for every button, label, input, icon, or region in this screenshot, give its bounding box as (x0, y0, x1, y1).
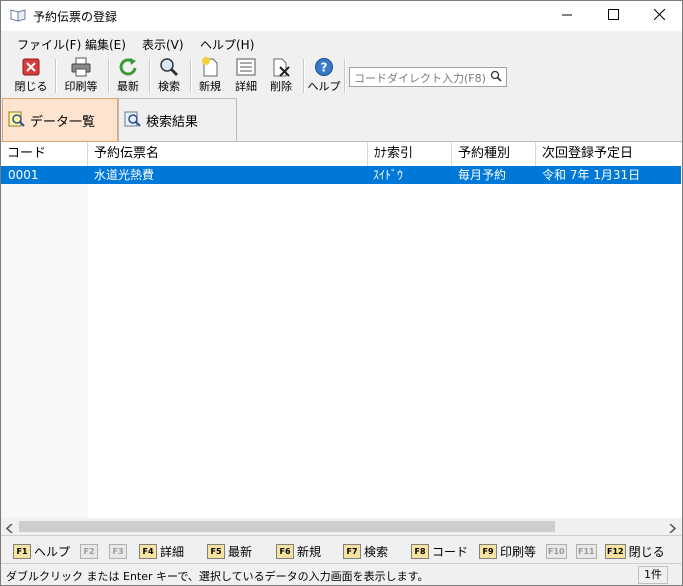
minimize-button[interactable] (544, 1, 590, 31)
close-icon (653, 8, 665, 23)
header-name[interactable]: 予約伝票名 (88, 142, 368, 166)
menu-edit[interactable]: 編集(E) (85, 36, 126, 53)
menu-view[interactable]: 表示(V) (142, 36, 184, 53)
data-grid[interactable]: コード 予約伝票名 ｶﾅ索引 予約種別 次回登録予定日 0001 水道光熱費 ｽ… (1, 142, 682, 518)
maximize-button[interactable] (590, 1, 636, 31)
delete-button[interactable]: 削除 (267, 57, 295, 95)
header-kana[interactable]: ｶﾅ索引 (368, 142, 452, 166)
cell-next-date: 令和 7年 1月31日 (542, 168, 641, 182)
close-icon (21, 57, 41, 77)
function-key-bar: F1 ヘルプ F2 F3 F4 詳細 F5 最新 F6 新規 F7 検索 F8 コード F9… (1, 535, 682, 564)
fkey-f10: F10 (546, 543, 567, 559)
fkey-f12[interactable]: F12 閉じる (605, 543, 665, 559)
code-direct-placeholder: コードダイレクト入力(F8) (354, 72, 486, 85)
toolbar-separator (55, 59, 57, 93)
grid-header: コード 予約伝票名 ｶﾅ索引 予約種別 次回登録予定日 (1, 142, 682, 167)
refresh-icon (118, 57, 138, 77)
search-button[interactable]: 検索 (155, 57, 183, 95)
header-type[interactable]: 予約種別 (452, 142, 536, 166)
new-label: 新規 (199, 80, 221, 93)
header-next-date[interactable]: 次回登録予定日 (536, 142, 682, 166)
status-bar: ダブルクリック または Enter キーで、選択しているデータの入力画面を表示し… (1, 563, 682, 585)
tab-data-list-label: データ一覧 (30, 114, 96, 130)
cell-code: 0001 (8, 168, 39, 182)
refresh-label: 最新 (117, 80, 139, 93)
toolbar-separator (190, 59, 192, 93)
fkey-f9[interactable]: F9 印刷等 (479, 543, 536, 559)
print-label: 印刷等 (64, 80, 98, 93)
fkey-f8[interactable]: F8 コード (411, 543, 468, 559)
svg-text:?: ? (321, 61, 328, 75)
toolbar-separator (108, 59, 110, 93)
grid-left-column (1, 142, 88, 518)
record-count: 1件 (638, 566, 668, 584)
printer-icon (70, 57, 92, 77)
table-row[interactable]: 0001 水道光熱費 ｽｲﾄﾞｳ 毎月予約 令和 7年 1月31日 (1, 166, 681, 184)
search-label: 検索 (158, 80, 180, 93)
detail-label: 詳細 (235, 80, 257, 93)
status-message: ダブルクリック または Enter キーで、選択しているデータの入力画面を表示し… (6, 570, 429, 583)
maximize-icon (607, 9, 619, 23)
help-button[interactable]: ? ヘルプ (307, 57, 341, 95)
refresh-button[interactable]: 最新 (114, 57, 142, 95)
fkey-f11: F11 (576, 543, 597, 559)
fkey-f5[interactable]: F5 最新 (207, 543, 252, 559)
menu-help[interactable]: ヘルプ(H) (200, 36, 254, 53)
menu-file[interactable]: ファイル(F) (17, 36, 81, 53)
new-button[interactable]: 新規 (196, 57, 224, 95)
magnifier-icon (159, 57, 179, 77)
fkey-f6[interactable]: F6 新規 (276, 543, 321, 559)
toolbar-separator (344, 59, 346, 93)
close-label: 閉じる (14, 80, 48, 93)
results-search-icon (124, 111, 142, 130)
detail-icon (235, 57, 257, 77)
scrollbar-thumb[interactable] (19, 521, 555, 532)
search-icon[interactable] (490, 70, 502, 85)
tab-search-results[interactable]: 検索結果 (118, 98, 237, 142)
new-document-icon (200, 57, 220, 77)
toolbar-separator (303, 59, 305, 93)
fkey-f2: F2 (80, 543, 98, 559)
view-tabs: データ一覧 検索結果 (1, 97, 682, 142)
toolbar-separator (149, 59, 151, 93)
app-icon (10, 8, 26, 22)
help-icon: ? (314, 57, 334, 77)
minimize-icon (562, 9, 572, 23)
scroll-left-icon[interactable] (5, 522, 13, 536)
detail-button[interactable]: 詳細 (232, 57, 260, 95)
cell-kana: ｽｲﾄﾞｳ (373, 168, 404, 182)
fkey-f7[interactable]: F7 検索 (343, 543, 388, 559)
tab-search-results-label: 検索結果 (146, 114, 199, 130)
close-button[interactable]: 閉じる (14, 57, 48, 95)
title-bar: 予約伝票の登録 (1, 1, 682, 31)
cell-type: 毎月予約 (458, 168, 507, 182)
menu-bar: ファイル(F) 編集(E) 表示(V) ヘルプ(H) (1, 31, 682, 55)
cell-name: 水道光熱費 (94, 168, 155, 182)
toolbar: 閉じる 印刷等 最新 検索 新規 詳細 削除 ? ヘルプ コードダイレクト入力(… (1, 55, 682, 97)
fkey-f4[interactable]: F4 詳細 (139, 543, 184, 559)
print-button[interactable]: 印刷等 (62, 57, 100, 95)
fkey-f1[interactable]: F1 ヘルプ (13, 543, 70, 559)
fkey-f3: F3 (109, 543, 127, 559)
code-direct-input[interactable]: コードダイレクト入力(F8) (349, 67, 507, 87)
main-window: 予約伝票の登録 ファイル(F) 編集(E) 表示(V) ヘルプ(H) 閉じる 印… (0, 0, 683, 586)
scroll-right-icon[interactable] (669, 522, 677, 536)
window-title: 予約伝票の登録 (33, 10, 118, 24)
close-window-button[interactable] (636, 1, 682, 31)
help-label: ヘルプ (307, 80, 341, 93)
delete-label: 削除 (270, 80, 292, 93)
tab-data-list[interactable]: データ一覧 (2, 98, 118, 142)
delete-icon (271, 57, 291, 77)
header-code[interactable]: コード (1, 142, 88, 166)
horizontal-scrollbar[interactable] (1, 518, 682, 535)
list-search-icon (8, 111, 26, 130)
